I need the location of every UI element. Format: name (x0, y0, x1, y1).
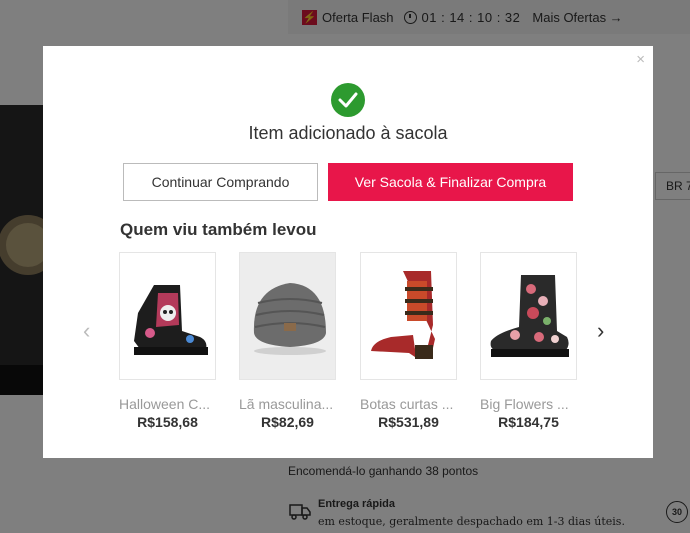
product-card[interactable]: Botas curtas ... R$531,89 (360, 252, 457, 430)
product-price: R$82,69 (261, 414, 314, 430)
product-image[interactable] (360, 252, 457, 380)
product-card[interactable]: Halloween C... R$158,68 (119, 252, 216, 430)
product-image[interactable] (480, 252, 577, 380)
product-image[interactable] (119, 252, 216, 380)
red-boot-icon (371, 271, 435, 359)
floral-boot-icon (490, 275, 569, 357)
product-price: R$531,89 (378, 414, 439, 430)
product-name[interactable]: Halloween C... (119, 396, 216, 412)
product-name[interactable]: Lã masculina... (239, 396, 336, 412)
product-name[interactable]: Botas curtas ... (360, 396, 457, 412)
continue-shopping-button[interactable]: Continuar Comprando (123, 163, 318, 201)
added-to-bag-modal: × Item adicionado à sacola Continuar Com… (43, 46, 653, 458)
product-card[interactable]: Lã masculina... R$82,69 (239, 252, 336, 430)
product-price: R$158,68 (137, 414, 198, 430)
close-icon[interactable]: × (636, 51, 645, 68)
carousel-prev-icon[interactable]: ‹ (83, 318, 90, 344)
skull-boot-icon (134, 285, 208, 355)
carousel-next-icon[interactable]: › (597, 318, 604, 344)
check-icon (331, 83, 365, 117)
recommendations-title: Quem viu também levou (120, 220, 317, 239)
product-price: R$184,75 (498, 414, 559, 430)
product-name[interactable]: Big Flowers ... (480, 396, 577, 412)
view-bag-checkout-button[interactable]: Ver Sacola & Finalizar Compra (328, 163, 573, 201)
product-image[interactable] (239, 252, 336, 380)
modal-title: Item adicionado à sacola (248, 123, 448, 143)
product-card[interactable]: Big Flowers ... R$184,75 (480, 252, 577, 430)
beanie-icon (253, 283, 326, 355)
